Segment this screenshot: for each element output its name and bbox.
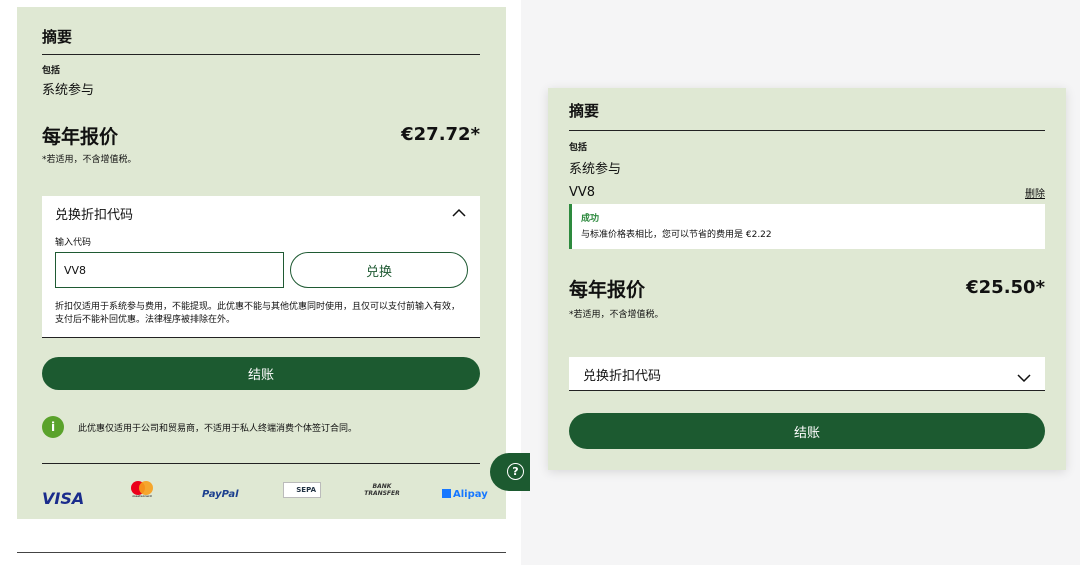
- question-icon: ?: [507, 463, 524, 480]
- voucher-terms: 折扣仅适用于系统参与费用，不能提现。此优惠不能与其他优惠同时使用，且仅可以支付前…: [55, 302, 461, 325]
- plan-name: 系统参与: [42, 83, 95, 98]
- business-only-note: 此优惠仅适用于公司和贸易商，不适用于私人终端消费个体签订合同。: [78, 424, 358, 434]
- vat-note: *若适用，不含增值税。: [42, 155, 137, 165]
- summary-title: 摘要: [569, 102, 600, 120]
- bank-transfer-logo: BANK TRANSFER: [364, 483, 400, 497]
- paypal-logo: PayPal: [202, 489, 239, 500]
- vat-note: *若适用，不含增值税。: [569, 310, 664, 320]
- alipay-logo: Alipay: [442, 489, 488, 500]
- voucher-panel-collapsed[interactable]: 兑换折扣代码: [569, 357, 1045, 391]
- summary-card-applied: 摘要 包括 系统参与 VV8 删除 成功 与标准价格表相比，您可以节省的费用是 …: [548, 88, 1066, 470]
- svg-text:mastercard: mastercard: [132, 494, 151, 498]
- mastercard-logo: mastercard: [129, 480, 155, 498]
- help-button[interactable]: ?: [490, 453, 530, 491]
- chevron-up-icon[interactable]: [452, 204, 466, 222]
- page-bottom-divider: [17, 552, 506, 553]
- plan-name: 系统参与: [569, 162, 622, 177]
- summary-divider: [42, 54, 480, 55]
- info-icon: i: [42, 416, 64, 438]
- summary-divider: [569, 130, 1045, 131]
- checkout-button[interactable]: 结账: [569, 413, 1045, 449]
- code-input-label: 输入代码: [55, 238, 92, 248]
- annual-price: €27.72*: [401, 124, 480, 145]
- payment-divider: [42, 463, 480, 464]
- voucher-code-input[interactable]: VV8: [55, 252, 284, 288]
- voucher-title[interactable]: 兑换折扣代码: [583, 365, 661, 384]
- savings-message: 与标准价格表相比，您可以节省的费用是 €2.22: [581, 230, 772, 240]
- remove-code-link[interactable]: 删除: [1025, 185, 1045, 200]
- success-message-box: 成功 与标准价格表相比，您可以节省的费用是 €2.22: [569, 204, 1045, 249]
- chevron-down-icon[interactable]: [1017, 368, 1031, 387]
- checkout-button[interactable]: 结账: [42, 357, 480, 390]
- visa-logo: VISA: [42, 489, 85, 508]
- voucher-panel: 兑换折扣代码 输入代码 VV8 兑换 折扣仅适用于系统参与费用，不能提现。此优惠…: [42, 196, 480, 337]
- includes-label: 包括: [569, 143, 588, 153]
- annual-price-label: 每年报价: [569, 279, 646, 301]
- summary-title: 摘要: [42, 28, 73, 46]
- summary-card-expanded: 摘要 包括 系统参与 每年报价 €27.72* *若适用，不含增值税。 兑换折扣…: [17, 7, 506, 519]
- annual-price-label: 每年报价: [42, 126, 119, 148]
- sepa-logo: SEPA: [283, 482, 321, 498]
- applied-code: VV8: [569, 185, 596, 200]
- success-title: 成功: [581, 214, 600, 224]
- includes-label: 包括: [42, 66, 61, 76]
- voucher-bottom-border: [42, 337, 480, 338]
- annual-price: €25.50*: [966, 277, 1045, 298]
- voucher-title[interactable]: 兑换折扣代码: [55, 204, 133, 223]
- redeem-button[interactable]: 兑换: [290, 252, 468, 288]
